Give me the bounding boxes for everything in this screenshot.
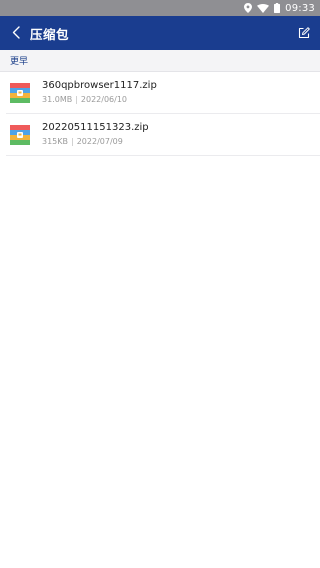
file-name: 360qpbrowser1117.zip: [42, 80, 157, 91]
file-texts: 360qpbrowser1117.zip 31.0MB | 2022/06/10: [42, 79, 157, 106]
list-item[interactable]: 360qpbrowser1117.zip 31.0MB | 2022/06/10: [6, 72, 320, 114]
location-icon: [244, 3, 253, 13]
status-bar: 09:33: [0, 0, 320, 16]
meta-separator: |: [75, 95, 78, 104]
file-date: 2022/06/10: [80, 95, 128, 104]
status-time: 09:33: [285, 2, 315, 14]
battery-icon: [274, 3, 281, 13]
meta-separator: |: [71, 137, 74, 146]
section-label: 更早: [10, 57, 29, 67]
list-item[interactable]: 20220511151323.zip 315KB | 2022/07/09: [6, 114, 320, 156]
edit-button[interactable]: [296, 25, 312, 41]
section-header-earlier: 更早: [0, 50, 320, 72]
back-button[interactable]: [2, 16, 30, 50]
chevron-left-icon: [12, 24, 20, 43]
zip-archive-icon: [9, 124, 31, 146]
zip-archive-icon: [9, 82, 31, 104]
edit-icon: [298, 24, 310, 43]
file-date: 2022/07/09: [76, 137, 123, 146]
file-size: 315KB: [42, 137, 69, 146]
file-meta: 31.0MB | 2022/06/10: [42, 94, 157, 106]
file-texts: 20220511151323.zip 315KB | 2022/07/09: [42, 121, 149, 148]
file-meta: 315KB | 2022/07/09: [42, 136, 149, 148]
wifi-icon: [257, 3, 270, 13]
file-size: 31.0MB: [42, 95, 73, 104]
file-list: 360qpbrowser1117.zip 31.0MB | 2022/06/10 2…: [0, 72, 320, 156]
page-title: 压缩包: [30, 26, 70, 42]
app-bar: 压缩包: [0, 16, 320, 50]
file-name: 20220511151323.zip: [42, 122, 149, 133]
